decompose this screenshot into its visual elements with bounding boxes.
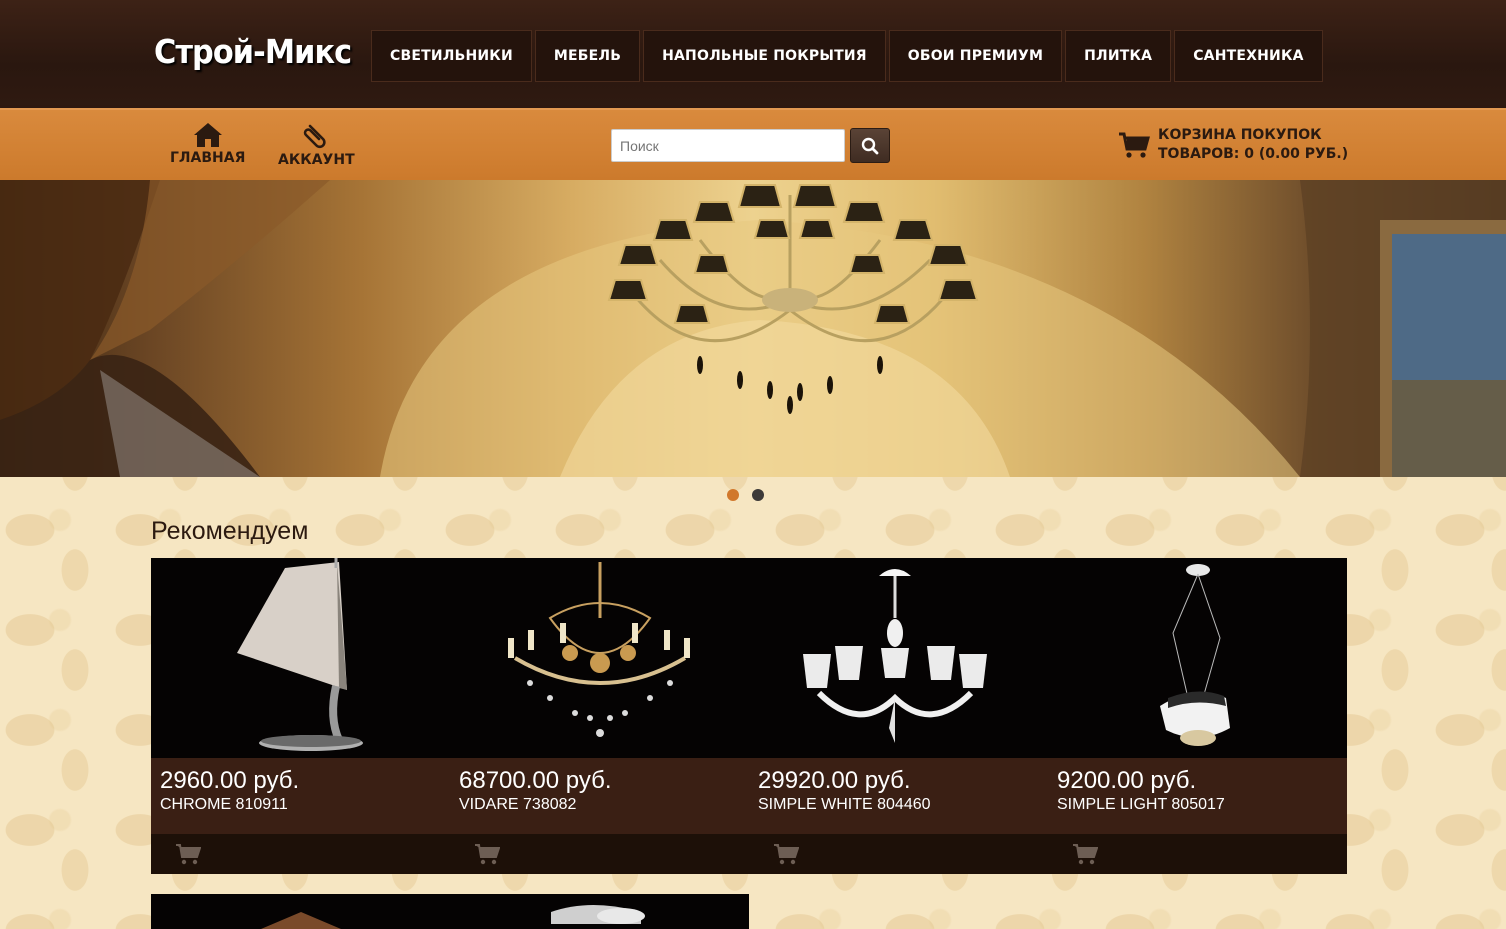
featured-title: Рекомендуем bbox=[151, 517, 309, 545]
search-button[interactable] bbox=[850, 128, 890, 163]
white-chandelier-image bbox=[803, 569, 987, 743]
shopping-cart-icon bbox=[1119, 132, 1150, 158]
product-name[interactable]: SIMPLE WHITE 804460 bbox=[758, 796, 1039, 814]
nav-item-lights[interactable]: Светильники bbox=[371, 30, 532, 82]
slider-dot-2[interactable] bbox=[752, 489, 764, 501]
site-header: Строй-Микс Светильники Мебель Напольные … bbox=[0, 0, 1506, 108]
slider-dots bbox=[727, 489, 764, 501]
paperclip-icon bbox=[304, 124, 326, 149]
add-to-cart-button[interactable] bbox=[773, 843, 799, 865]
product-name[interactable]: VIDARE 738082 bbox=[459, 796, 740, 814]
product-price: 68700.00 руб. bbox=[459, 767, 612, 794]
shopping-cart-icon bbox=[774, 844, 799, 865]
product-grid: 2960.00 руб. CHROME 810911 68700.00 руб.… bbox=[151, 558, 1347, 874]
account-label: АККАУНТ bbox=[278, 152, 355, 168]
nav-item-flooring[interactable]: Напольные покрытия bbox=[643, 30, 886, 82]
product-image-link[interactable] bbox=[1048, 558, 1347, 758]
shopping-cart-icon bbox=[176, 844, 201, 865]
product-card: 68700.00 руб. VIDARE 738082 bbox=[450, 558, 749, 874]
cart-summary[interactable]: Корзина покупок Товаров: 0 (0.00 руб.) bbox=[1118, 126, 1348, 164]
add-to-cart-button[interactable] bbox=[1072, 843, 1098, 865]
shopping-cart-icon bbox=[1073, 844, 1098, 865]
add-to-cart-button[interactable] bbox=[474, 843, 500, 865]
nav-item-tiles[interactable]: Плитка bbox=[1065, 30, 1172, 82]
product-image-link[interactable] bbox=[450, 558, 749, 758]
nav-item-wallpaper[interactable]: Обои премиум bbox=[888, 30, 1063, 82]
cart-count: Товаров: 0 (0.00 руб.) bbox=[1158, 146, 1349, 162]
search-icon bbox=[861, 137, 879, 154]
product-price: 9200.00 руб. bbox=[1057, 767, 1197, 794]
product-name[interactable]: CHROME 810911 bbox=[160, 796, 441, 814]
crystal-chandelier-image bbox=[508, 562, 690, 737]
product-image-link[interactable] bbox=[151, 558, 450, 758]
chandelier-interior-image bbox=[0, 180, 1506, 477]
product-card: 29920.00 руб. SIMPLE WHITE 804460 bbox=[749, 558, 1048, 874]
product-image-partial bbox=[261, 905, 645, 929]
table-lamp-image bbox=[237, 558, 363, 751]
add-to-cart-button[interactable] bbox=[175, 843, 201, 865]
product-grid-second-row bbox=[151, 894, 749, 929]
home-label: ГЛАВНАЯ bbox=[170, 150, 246, 166]
home-link[interactable]: ГЛАВНАЯ bbox=[170, 122, 245, 166]
shopping-cart-icon bbox=[475, 844, 500, 865]
hero-banner[interactable] bbox=[0, 180, 1506, 477]
pendant-light-image bbox=[1160, 564, 1230, 746]
nav-item-furniture[interactable]: Мебель bbox=[534, 30, 641, 82]
product-card: 9200.00 руб. SIMPLE LIGHT 805017 bbox=[1048, 558, 1347, 874]
search-input[interactable] bbox=[611, 129, 845, 162]
home-icon bbox=[193, 123, 222, 147]
product-price: 29920.00 руб. bbox=[758, 767, 911, 794]
product-image-link[interactable] bbox=[749, 558, 1048, 758]
account-link[interactable]: АККАУНТ bbox=[278, 122, 355, 168]
slider-dot-1[interactable] bbox=[727, 489, 739, 501]
site-logo[interactable]: Строй-Микс bbox=[154, 32, 352, 71]
product-name[interactable]: SIMPLE LIGHT 805017 bbox=[1057, 796, 1338, 814]
nav-item-plumbing[interactable]: Сантехника bbox=[1174, 30, 1323, 82]
product-card: 2960.00 руб. CHROME 810911 bbox=[151, 558, 450, 874]
main-nav: Светильники Мебель Напольные покрытия Об… bbox=[371, 30, 1326, 82]
cart-title: Корзина покупок bbox=[1158, 127, 1322, 143]
product-price: 2960.00 руб. bbox=[160, 767, 300, 794]
toolbar: ГЛАВНАЯ АККАУНТ Корзина покупок Товаров:… bbox=[0, 108, 1506, 180]
